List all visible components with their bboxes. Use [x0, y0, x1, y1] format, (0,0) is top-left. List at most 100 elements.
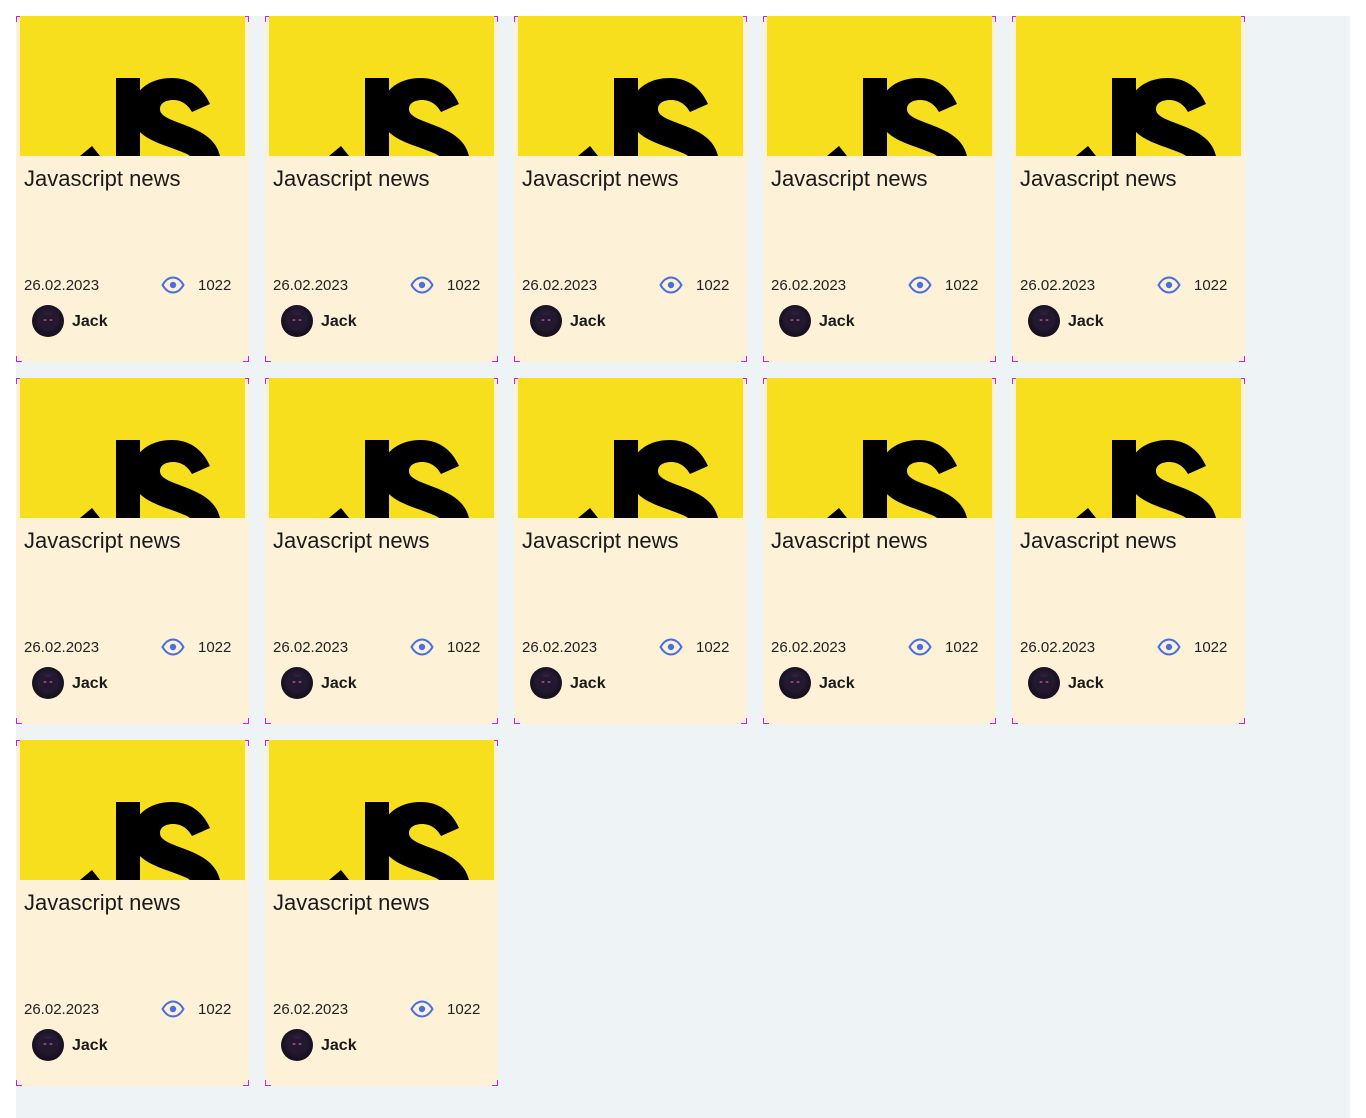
view-count: 1022	[696, 277, 730, 294]
eye-icon	[659, 276, 683, 294]
author-name[interactable]: Jack	[1068, 675, 1104, 693]
author-avatar[interactable]	[530, 305, 562, 337]
author-avatar[interactable]	[779, 667, 811, 699]
view-count: 1022	[447, 639, 481, 656]
js-logo-thumbnail[interactable]	[269, 378, 494, 518]
news-card[interactable]: Javascript news 26.02.2023 1022 Jack	[16, 740, 249, 1086]
card-corner-marker	[265, 356, 271, 362]
eye-icon	[161, 1000, 185, 1018]
view-count: 1022	[198, 277, 232, 294]
author-avatar[interactable]	[530, 667, 562, 699]
news-card[interactable]: Javascript news 26.02.2023 1022 Jack	[265, 378, 498, 724]
author-avatar[interactable]	[32, 1029, 64, 1061]
js-logo-thumbnail[interactable]	[20, 16, 245, 156]
news-card[interactable]: Javascript news 26.02.2023 1022 Jack	[16, 16, 249, 362]
view-count: 1022	[198, 639, 232, 656]
js-logo-thumbnail[interactable]	[269, 740, 494, 880]
news-card[interactable]: Javascript news 26.02.2023 1022 Jack	[763, 16, 996, 362]
news-card[interactable]: Javascript news 26.02.2023 1022 Jack	[265, 16, 498, 362]
js-logo-thumbnail[interactable]	[767, 16, 992, 156]
avatar-cat-icon	[786, 673, 804, 691]
js-logo-thumbnail[interactable]	[1016, 378, 1241, 518]
article-title[interactable]: Javascript news	[24, 528, 181, 554]
publish-date: 26.02.2023	[273, 277, 349, 294]
avatar-cat-icon	[537, 311, 555, 329]
author-name[interactable]: Jack	[321, 313, 357, 331]
news-card[interactable]: Javascript news 26.02.2023 1022 Jack	[1012, 16, 1245, 362]
author-avatar[interactable]	[32, 305, 64, 337]
article-title[interactable]: Javascript news	[771, 528, 928, 554]
news-card[interactable]: Javascript news 26.02.2023 1022 Jack	[16, 378, 249, 724]
js-logo-thumbnail[interactable]	[20, 740, 245, 880]
author-name[interactable]: Jack	[72, 1037, 108, 1055]
news-card-grid: Javascript news 26.02.2023 1022 Jack Jav…	[16, 16, 1261, 1086]
card-corner-marker	[243, 356, 249, 362]
js-logo-icon	[518, 378, 743, 518]
author-name[interactable]: Jack	[570, 675, 606, 693]
card-corner-marker	[492, 718, 498, 724]
author-avatar[interactable]	[779, 305, 811, 337]
view-count: 1022	[1194, 639, 1228, 656]
author-name[interactable]: Jack	[321, 675, 357, 693]
js-logo-icon	[767, 16, 992, 156]
author-name[interactable]: Jack	[72, 313, 108, 331]
article-title[interactable]: Javascript news	[273, 890, 430, 916]
eye-icon	[908, 638, 932, 656]
article-title[interactable]: Javascript news	[522, 166, 679, 192]
js-logo-thumbnail[interactable]	[518, 378, 743, 518]
author-avatar[interactable]	[1028, 305, 1060, 337]
card-corner-marker	[514, 718, 520, 724]
publish-date: 26.02.2023	[522, 277, 598, 294]
card-corner-marker	[990, 718, 996, 724]
news-card[interactable]: Javascript news 26.02.2023 1022 Jack	[1012, 378, 1245, 724]
publish-date: 26.02.2023	[522, 639, 598, 656]
js-logo-icon	[767, 378, 992, 518]
js-logo-icon	[20, 378, 245, 518]
news-card[interactable]: Javascript news 26.02.2023 1022 Jack	[763, 378, 996, 724]
js-logo-thumbnail[interactable]	[767, 378, 992, 518]
author-avatar[interactable]	[32, 667, 64, 699]
avatar-cat-icon	[288, 311, 306, 329]
publish-date: 26.02.2023	[24, 639, 100, 656]
author-name[interactable]: Jack	[72, 675, 108, 693]
avatar-cat-icon	[786, 311, 804, 329]
publish-date: 26.02.2023	[24, 1001, 100, 1018]
author-name[interactable]: Jack	[819, 675, 855, 693]
view-count: 1022	[198, 1001, 232, 1018]
js-logo-thumbnail[interactable]	[1016, 16, 1241, 156]
article-title[interactable]: Javascript news	[522, 528, 679, 554]
article-title[interactable]: Javascript news	[1020, 166, 1177, 192]
eye-icon	[161, 638, 185, 656]
author-avatar[interactable]	[281, 305, 313, 337]
card-corner-marker	[1239, 356, 1245, 362]
article-title[interactable]: Javascript news	[273, 528, 430, 554]
author-name[interactable]: Jack	[1068, 313, 1104, 331]
view-count: 1022	[696, 639, 730, 656]
author-name[interactable]: Jack	[570, 313, 606, 331]
news-card[interactable]: Javascript news 26.02.2023 1022 Jack	[265, 740, 498, 1086]
author-name[interactable]: Jack	[819, 313, 855, 331]
card-corner-marker	[763, 718, 769, 724]
js-logo-thumbnail[interactable]	[518, 16, 743, 156]
article-title[interactable]: Javascript news	[24, 166, 181, 192]
article-title[interactable]: Javascript news	[771, 166, 928, 192]
publish-date: 26.02.2023	[771, 277, 847, 294]
author-name[interactable]: Jack	[321, 1037, 357, 1055]
article-title[interactable]: Javascript news	[1020, 528, 1177, 554]
author-avatar[interactable]	[281, 1029, 313, 1061]
author-avatar[interactable]	[1028, 667, 1060, 699]
card-corner-marker	[243, 718, 249, 724]
js-logo-thumbnail[interactable]	[20, 378, 245, 518]
card-corner-marker	[492, 356, 498, 362]
js-logo-thumbnail[interactable]	[269, 16, 494, 156]
view-count: 1022	[447, 277, 481, 294]
article-title[interactable]: Javascript news	[24, 890, 181, 916]
news-card[interactable]: Javascript news 26.02.2023 1022 Jack	[514, 16, 747, 362]
eye-icon	[410, 638, 434, 656]
card-corner-marker	[265, 1080, 271, 1086]
news-card[interactable]: Javascript news 26.02.2023 1022 Jack	[514, 378, 747, 724]
publish-date: 26.02.2023	[1020, 639, 1096, 656]
article-title[interactable]: Javascript news	[273, 166, 430, 192]
eye-icon	[659, 638, 683, 656]
author-avatar[interactable]	[281, 667, 313, 699]
